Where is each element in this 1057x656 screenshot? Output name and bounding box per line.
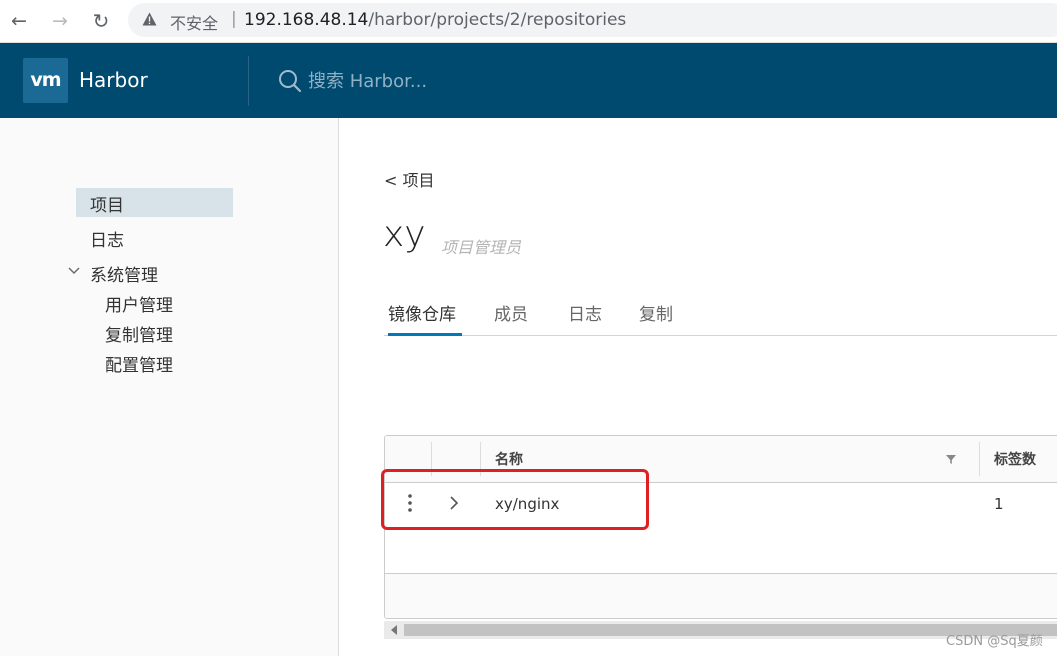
chevron-down-icon[interactable]	[67, 265, 81, 277]
url-path: /harbor/projects/2/repositories	[368, 10, 627, 30]
vm-logo[interactable]: vm	[23, 58, 68, 103]
logo-text: vm	[30, 69, 61, 91]
tab-members[interactable]: 成员	[494, 300, 528, 336]
project-tabs: 镜像仓库 成员 日志 复制	[384, 290, 1057, 336]
filter-icon[interactable]	[945, 453, 957, 465]
reload-icon[interactable]: ↻	[88, 8, 114, 34]
search-input[interactable]	[308, 67, 608, 95]
address-bar[interactable]: 不安全 | 192.168.48.14/harbor/projects/2/re…	[128, 3, 1057, 37]
sidebar-item-replication-management[interactable]: 复制管理	[105, 321, 173, 346]
sidebar-item-logs[interactable]: 日志	[90, 226, 124, 251]
column-header-name[interactable]: 名称	[495, 449, 523, 469]
back-arrow-icon[interactable]: ←	[6, 8, 32, 34]
sidebar: 项目 日志 系统管理 用户管理 复制管理 配置管理	[0, 118, 339, 656]
watermark: CSDN @Sq夏颜	[946, 634, 1043, 649]
column-separator	[979, 442, 980, 476]
sidebar-item-projects[interactable]: 项目	[76, 188, 233, 217]
address-separator: |	[231, 9, 237, 29]
browser-toolbar: ← → ↻ 不安全 | 192.168.48.14/harbor/project…	[0, 0, 1057, 43]
brand-title[interactable]: Harbor	[79, 68, 148, 92]
sidebar-item-administration[interactable]: 系统管理	[90, 261, 158, 286]
column-header-tag-count[interactable]: 标签数	[994, 449, 1036, 469]
red-highlight-annotation	[381, 469, 649, 530]
sidebar-item-configuration[interactable]: 配置管理	[105, 351, 173, 376]
project-role-label: 项目管理员	[441, 238, 522, 257]
url-text[interactable]: 192.168.48.14/harbor/projects/2/reposito…	[244, 10, 626, 30]
page-title: xy	[383, 214, 426, 255]
tag-count-cell: 1	[994, 495, 1004, 513]
search-icon[interactable]	[278, 69, 302, 93]
datagrid-empty-area	[385, 528, 1057, 574]
scroll-left-icon[interactable]	[390, 625, 398, 635]
tab-repositories[interactable]: 镜像仓库	[388, 300, 462, 336]
back-to-projects-link[interactable]: < 项目	[384, 167, 435, 191]
tab-replication[interactable]: 复制	[639, 300, 673, 336]
tab-logs[interactable]: 日志	[568, 300, 602, 336]
datagrid-footer	[385, 574, 1057, 618]
app-header: vm Harbor	[0, 43, 1057, 118]
sidebar-item-user-management[interactable]: 用户管理	[105, 291, 173, 316]
header-divider	[248, 56, 249, 106]
warning-icon[interactable]	[142, 12, 157, 26]
url-host: 192.168.48.14	[244, 10, 369, 30]
forward-arrow-icon[interactable]: →	[47, 8, 73, 34]
security-label[interactable]: 不安全	[170, 10, 218, 34]
